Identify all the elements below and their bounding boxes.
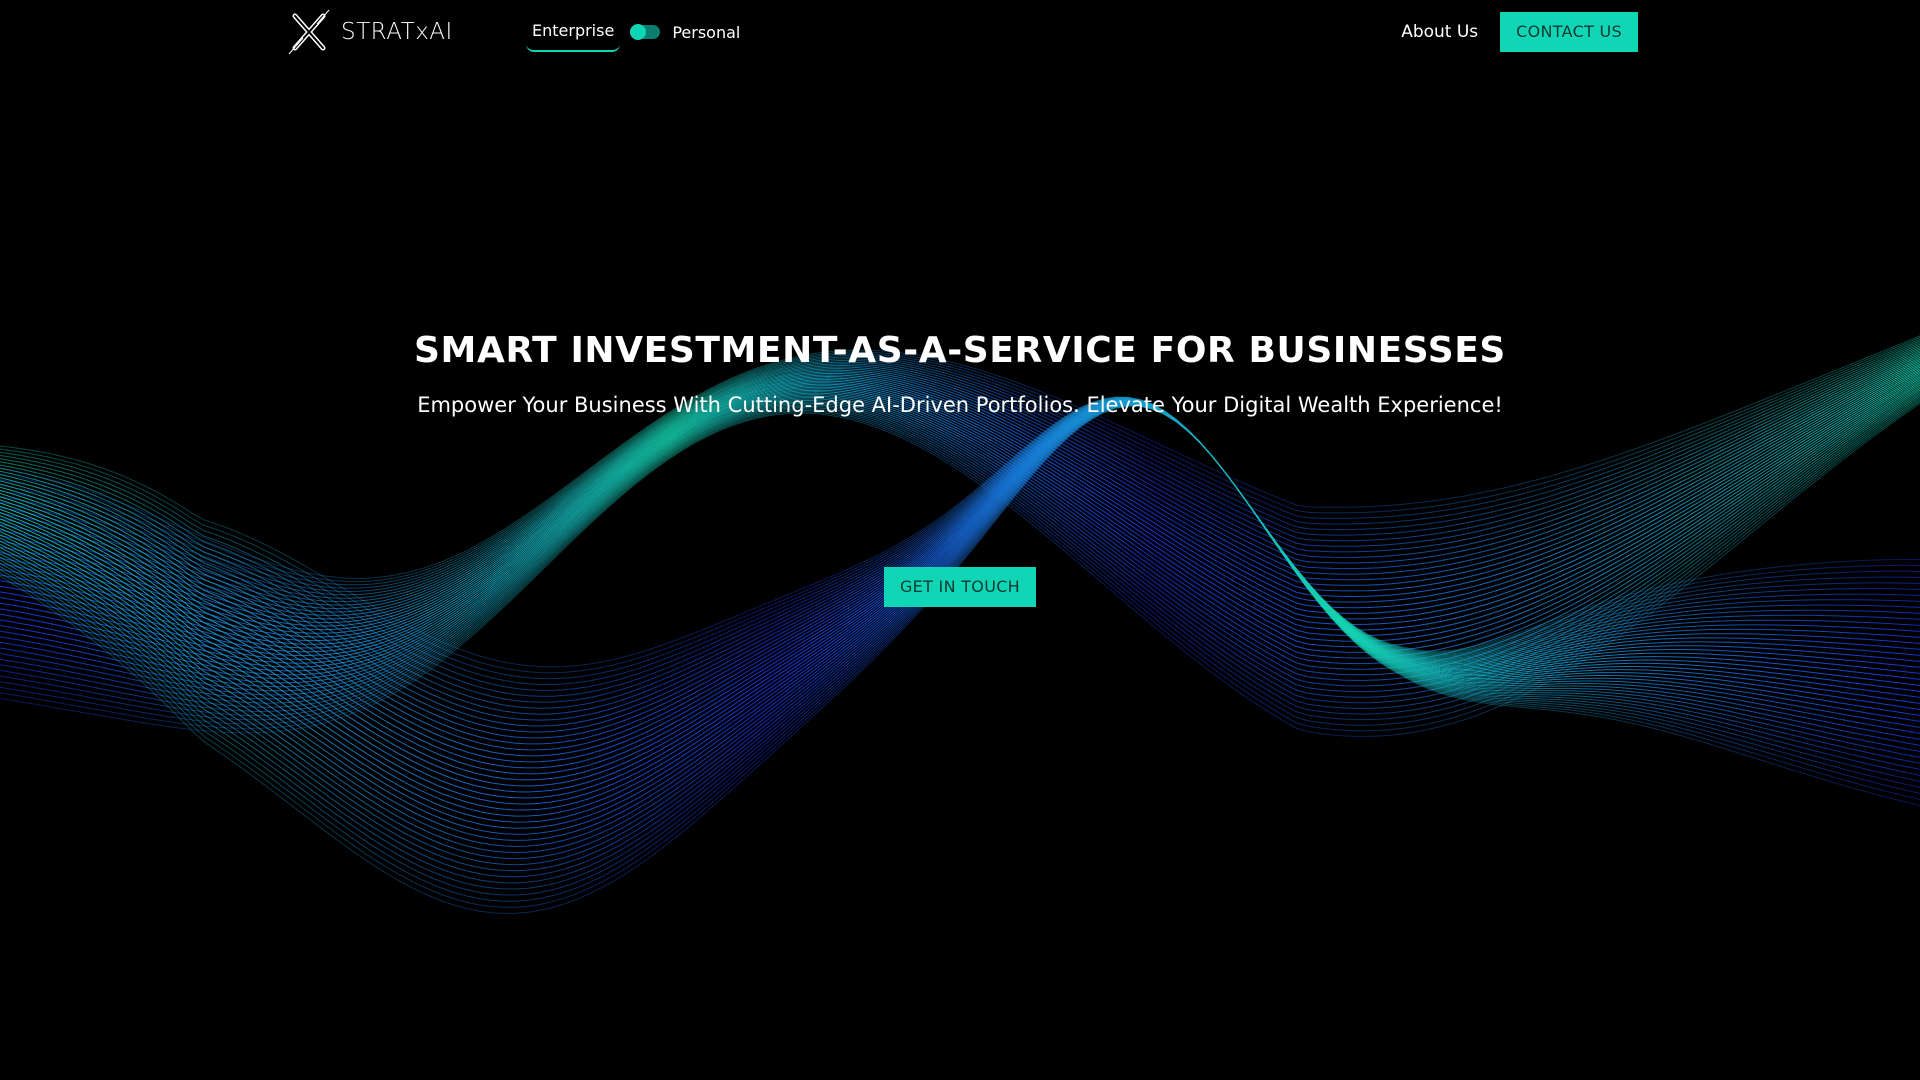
header-actions: About Us CONTACT US xyxy=(1401,12,1638,52)
hero-subtitle: Empower Your Business With Cutting-Edge … xyxy=(417,393,1503,417)
mode-option-enterprise[interactable]: Enterprise xyxy=(526,12,621,52)
toggle-knob xyxy=(630,24,647,40)
top-navigation-bar: STRATxAI Enterprise Personal About Us CO… xyxy=(0,0,1920,64)
hero-section: SMART INVESTMENT-AS-A-SERVICE FOR BUSINE… xyxy=(0,330,1920,417)
contact-us-button[interactable]: CONTACT US xyxy=(1500,12,1638,52)
brand-logo[interactable]: STRATxAI xyxy=(285,8,453,56)
mode-toggle[interactable] xyxy=(630,24,661,40)
brand-name: STRATxAI xyxy=(341,19,453,45)
about-us-link[interactable]: About Us xyxy=(1401,22,1478,42)
audience-mode-switch: Enterprise Personal xyxy=(526,12,740,52)
get-in-touch-button[interactable]: GET IN TOUCH xyxy=(884,567,1036,607)
landing-page: STRATxAI Enterprise Personal About Us CO… xyxy=(0,0,1920,1080)
mode-option-personal[interactable]: Personal xyxy=(672,23,740,42)
hero-title: SMART INVESTMENT-AS-A-SERVICE FOR BUSINE… xyxy=(414,330,1506,371)
background-wave-graphic xyxy=(0,335,1920,914)
stratxai-logo-icon xyxy=(288,9,330,55)
